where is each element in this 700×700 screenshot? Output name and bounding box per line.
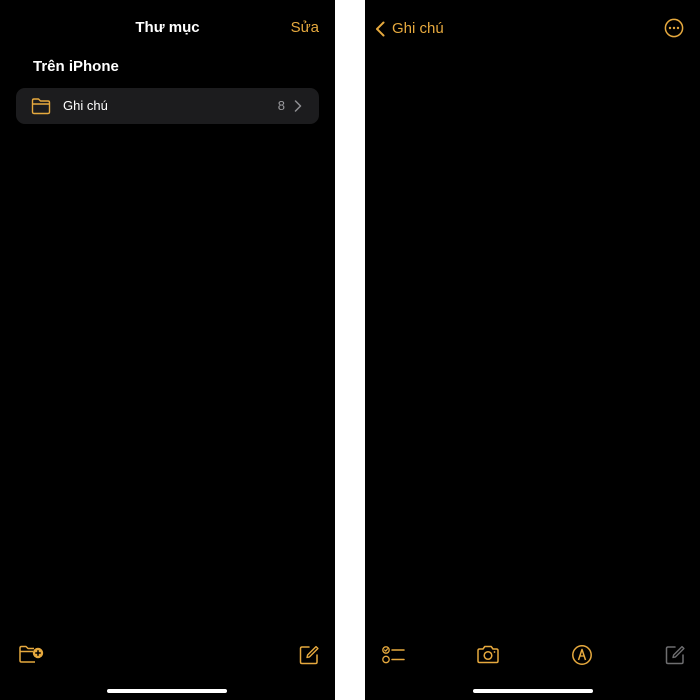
section-title: Trên iPhone (33, 58, 119, 75)
folders-screen: Thư mục Sửa Trên iPhone Ghi chú 8 (0, 0, 335, 700)
compose-icon[interactable] (298, 644, 320, 666)
folder-count: 8 (277, 98, 285, 113)
compose-icon[interactable] (664, 644, 686, 666)
markup-pen-icon[interactable] (571, 644, 593, 666)
chevron-right-icon (294, 100, 302, 112)
chevron-left-icon (376, 21, 385, 37)
home-indicator (107, 689, 227, 693)
folder-row-notes[interactable]: Ghi chú 8 (16, 88, 319, 124)
new-folder-icon[interactable] (18, 644, 44, 664)
home-indicator (473, 689, 593, 693)
camera-icon[interactable] (476, 644, 500, 665)
note-screen: Ghi chú (365, 0, 700, 700)
page-title: Thư mục (135, 19, 200, 36)
back-label: Ghi chú (392, 20, 444, 37)
checklist-icon[interactable] (382, 645, 406, 665)
folder-label: Ghi chú (63, 98, 108, 113)
folder-icon (31, 98, 51, 115)
edit-button[interactable]: Sửa (291, 19, 319, 36)
ellipsis-circle-icon[interactable] (664, 18, 684, 38)
